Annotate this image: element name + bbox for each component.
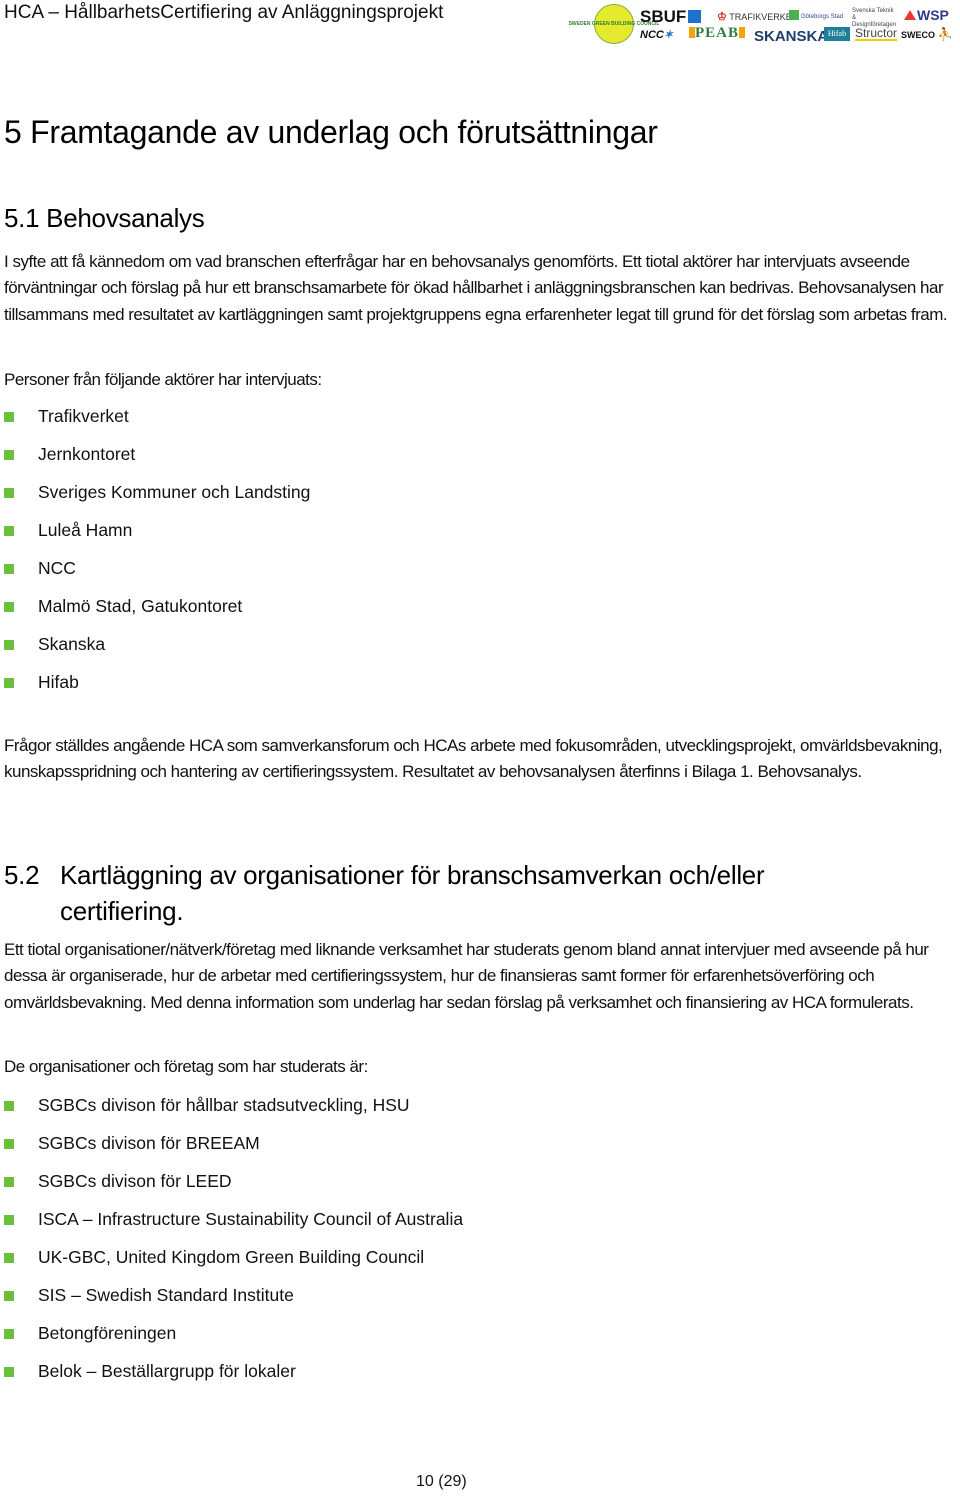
hifab-logo-text: Hifab <box>827 29 847 38</box>
ncc-logo: NCC✶ <box>640 30 673 41</box>
section-heading-line1: Kartläggning av organisationer för brans… <box>60 860 765 890</box>
sgbc-logo: SWEDEN GREEN BUILDING COUNCIL <box>569 4 659 44</box>
sweco-figure-icon: ⛹ <box>937 27 953 41</box>
square-bullet-icon <box>4 602 14 612</box>
studied-list-intro: De organisationer och företag som har st… <box>4 1057 368 1076</box>
square-bullet-icon <box>4 1253 14 1263</box>
wsp-triangle-icon <box>904 10 916 20</box>
peab-bar-icon <box>739 27 746 38</box>
sweco-logo-text: SWECO <box>901 30 936 40</box>
list-item-text: UK-GBC, United Kingdom Green Building Co… <box>38 1247 425 1267</box>
list-item-text: Jernkontoret <box>38 444 136 464</box>
list-item-text: Trafikverket <box>38 406 129 426</box>
list-item-text: Sveriges Kommuner och Landsting <box>38 482 311 502</box>
sweco-logo: SWECO ⛹ <box>901 28 952 40</box>
document-title: HCA – HållbarhetsCertifiering av Anläggn… <box>4 2 444 23</box>
square-bullet-icon <box>4 1215 14 1225</box>
questions-paragraph: Frågor ställdes angående HCA som samverk… <box>4 736 943 782</box>
section-heading-behovsanalys: 5.1 Behovsanalys <box>4 203 205 233</box>
hifab-logo: Hifab <box>824 27 850 41</box>
structor-logo: Structor <box>855 26 898 41</box>
chapter-heading: 5 Framtagande av underlag och förutsättn… <box>4 114 658 150</box>
sbuf-grid-icon <box>688 10 702 23</box>
list-item-text: SGBCs divison för BREEAM <box>38 1133 260 1153</box>
partner-logos: SWEDEN GREEN BUILDING COUNCIL SBUF ♔ TRA… <box>569 3 957 47</box>
page-number: 10 (29) <box>416 1473 467 1490</box>
square-bullet-icon <box>4 1177 14 1187</box>
list-item-text: ISCA – Infrastructure Sustainability Cou… <box>38 1209 464 1229</box>
square-bullet-icon <box>4 526 14 536</box>
ncc-logo-text: NCC <box>640 29 664 41</box>
section-number: 5.2 <box>4 860 40 890</box>
list-item-text: SGBCs divison för LEED <box>38 1171 232 1191</box>
section-heading-line2: certifiering. <box>60 896 184 926</box>
list-item-text: SIS – Swedish Standard Institute <box>38 1285 294 1305</box>
square-bullet-icon <box>4 1139 14 1149</box>
square-bullet-icon <box>4 640 14 650</box>
square-bullet-icon <box>4 1329 14 1339</box>
crown-icon: ♔ <box>717 11 727 23</box>
peab-logo: PEAB <box>689 25 746 41</box>
behovsanalys-paragraph: I syfte att få kännedom om vad branschen… <box>4 252 948 324</box>
list-item-text: Luleå Hamn <box>38 520 133 540</box>
list-item-text: NCC <box>38 558 76 578</box>
square-bullet-icon <box>4 564 14 574</box>
list-item-text: Betongföreningen <box>38 1323 177 1343</box>
square-bullet-icon <box>4 450 14 460</box>
square-bullet-icon <box>4 678 14 688</box>
skanska-logo: SKANSKA <box>754 28 829 45</box>
wsp-logo-text: WSP <box>917 7 949 23</box>
goteborg-logo-text: Göteborgs Stad <box>801 14 844 20</box>
section-heading-kartlaggning: 5.2 Kartläggning av organisationer för br… <box>4 857 944 929</box>
square-bullet-icon <box>4 412 14 422</box>
goteborgs-stad-logo: Göteborgs Stad <box>789 10 843 20</box>
list-item-text: Belok – Beställargrupp för lokaler <box>38 1361 296 1381</box>
list-item-text: SGBCs divison för hållbar stadsutvecklin… <box>38 1095 410 1115</box>
list-item-text: Hifab <box>38 672 79 692</box>
trafikverket-logo-text: TRAFIKVERKET <box>729 12 798 22</box>
goteborg-emblem-icon <box>789 10 799 20</box>
square-bullet-icon <box>4 1101 14 1111</box>
peab-logo-text: PEAB <box>695 25 740 41</box>
list-item-text: Skanska <box>38 634 106 654</box>
list-item-text: Malmö Stad, Gatukontoret <box>38 596 243 616</box>
sbuf-logo: SBUF <box>640 7 702 26</box>
interviewed-list-intro: Personer från följande aktörer har inter… <box>4 370 322 389</box>
square-bullet-icon <box>4 1367 14 1377</box>
wsp-logo: WSP <box>904 8 949 22</box>
square-bullet-icon <box>4 1291 14 1301</box>
sbuf-logo-text: SBUF <box>640 7 687 26</box>
ncc-star-icon: ✶ <box>663 29 674 41</box>
kartlaggning-paragraph: Ett tiotal organisationer/nätverk/företa… <box>4 940 929 1012</box>
square-bullet-icon <box>4 488 14 498</box>
trafikverket-logo: ♔ TRAFIKVERKET <box>717 12 797 23</box>
